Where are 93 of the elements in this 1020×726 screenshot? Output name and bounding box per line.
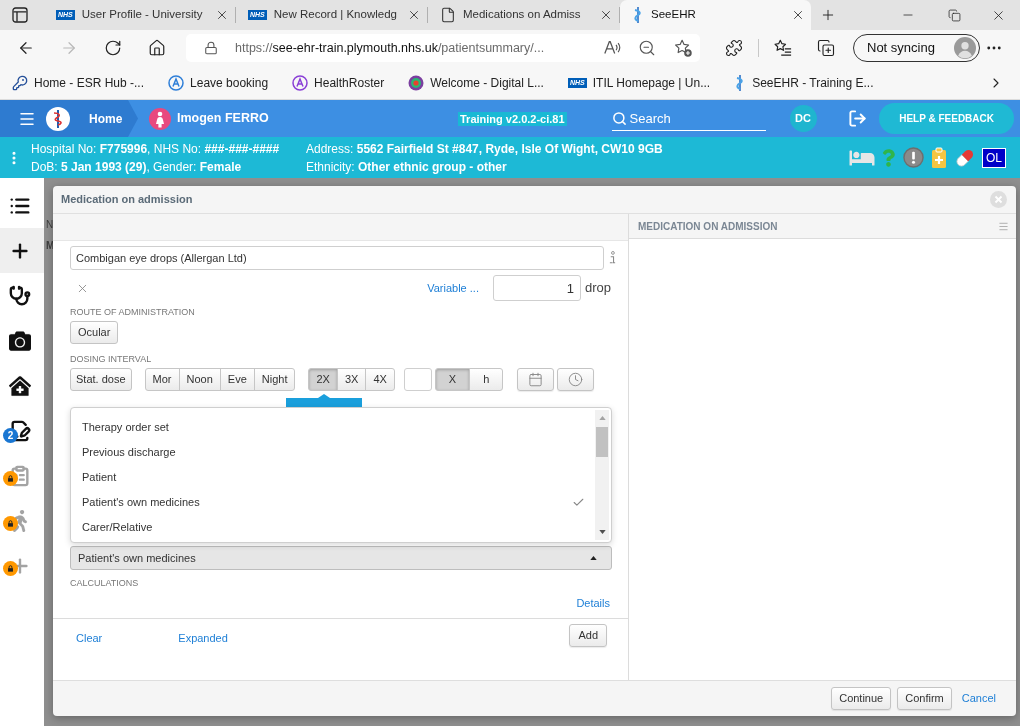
clipboard-plus-icon[interactable] bbox=[931, 146, 947, 169]
close-icon[interactable] bbox=[215, 8, 229, 22]
time-button[interactable]: Eve bbox=[219, 368, 255, 391]
patient-identifiers: Hospital No: F775996, NHS No: ###-###-#### bbox=[31, 140, 280, 158]
background-text: N bbox=[46, 219, 53, 231]
scrollbar-thumb[interactable] bbox=[596, 427, 608, 457]
browser-tab[interactable]: SeeEHR bbox=[620, 0, 811, 30]
dropdown-option[interactable]: Patient's own medicines bbox=[71, 490, 595, 515]
url-text: https://see-ehr-train.plymouth.nhs.uk/patientsummary/... bbox=[235, 39, 545, 57]
source-select[interactable]: Patient's own medicines bbox=[70, 546, 612, 570]
panel-title: MEDICATION ON ADMISSION bbox=[638, 219, 778, 234]
caret-icon bbox=[590, 556, 597, 560]
collections-icon[interactable] bbox=[817, 39, 835, 57]
variable-link[interactable]: Variable ... bbox=[427, 279, 479, 297]
bookmark-link[interactable]: Leave booking bbox=[168, 73, 269, 92]
add-button[interactable]: Add bbox=[569, 624, 607, 647]
caduceus-logo-icon[interactable] bbox=[46, 106, 70, 131]
sidebar-button[interactable]: 2 bbox=[0, 408, 44, 453]
browser-tab[interactable]: Medications on Admiss bbox=[428, 0, 619, 30]
dropdown-option[interactable]: Carer/Relative bbox=[71, 515, 595, 540]
version-label: Training v2.0.2-ci.81 bbox=[458, 111, 567, 126]
dropdown-option[interactable]: Patient bbox=[71, 465, 595, 490]
info-icon[interactable] bbox=[609, 251, 616, 265]
document-icon bbox=[440, 7, 456, 23]
restore-icon[interactable] bbox=[947, 8, 961, 22]
lock-icon[interactable] bbox=[204, 41, 218, 55]
count-badge: 2 bbox=[3, 428, 18, 443]
close-icon[interactable] bbox=[407, 8, 421, 22]
bookmark-link[interactable]: HealthRoster bbox=[292, 73, 385, 92]
frequency-button[interactable]: 3X bbox=[336, 368, 367, 391]
unit-button[interactable]: X bbox=[434, 368, 471, 391]
search-field[interactable]: Search bbox=[629, 108, 750, 128]
logout-icon[interactable] bbox=[847, 109, 867, 128]
favorites-icon[interactable] bbox=[774, 39, 792, 57]
footer-button[interactable]: Continue bbox=[831, 687, 892, 710]
staff-logo-icon bbox=[632, 7, 644, 23]
initials-badge[interactable]: OL bbox=[982, 147, 1006, 168]
details-link[interactable]: Details bbox=[576, 597, 610, 610]
interval-input[interactable] bbox=[403, 368, 432, 391]
patient-address: Address: 5562 Fairfield St #847, Ryde, Isle Of Wight, CW10 9GB bbox=[306, 140, 663, 158]
expanded-link[interactable]: Expanded bbox=[178, 630, 228, 647]
medication-input[interactable]: Combigan eye drops (Allergan Ltd) bbox=[70, 246, 604, 270]
multicolor-logo-icon bbox=[408, 74, 425, 91]
avatar-icon bbox=[954, 37, 976, 59]
add-favorite-icon[interactable] bbox=[674, 39, 692, 57]
close-icon[interactable] bbox=[791, 8, 805, 22]
house-plus-icon bbox=[9, 374, 31, 397]
time-button[interactable]: Night bbox=[253, 368, 296, 391]
clear-link[interactable]: Clear bbox=[76, 630, 103, 647]
section-label: CALCULATIONS bbox=[70, 578, 139, 588]
refresh-icon[interactable] bbox=[104, 39, 122, 57]
calendar-icon bbox=[528, 372, 544, 387]
patient-ethnicity: Ethnicity: Other ethnic group - other bbox=[306, 158, 507, 176]
home-icon[interactable] bbox=[148, 39, 166, 57]
stat-dose-button[interactable]: Stat. dose bbox=[70, 368, 132, 391]
clipboard-icon bbox=[9, 464, 31, 487]
key-icon bbox=[12, 74, 28, 91]
zoom-out-icon[interactable] bbox=[638, 39, 656, 57]
alert-icon[interactable] bbox=[903, 147, 924, 168]
footer-button[interactable]: Confirm bbox=[897, 687, 952, 710]
section-label: DOSING INTERVAL bbox=[70, 354, 152, 364]
close-icon[interactable] bbox=[599, 8, 613, 22]
dropdown-option[interactable]: Therapy order set bbox=[71, 415, 595, 440]
frequency-button[interactable]: 2X bbox=[308, 368, 338, 391]
time-button[interactable]: Noon bbox=[178, 368, 221, 391]
patient-demographics: DoB: 5 Jan 1993 (29), Gender: Female bbox=[31, 158, 242, 176]
cancel-link[interactable]: Cancel bbox=[961, 690, 996, 707]
bookmark-link[interactable]: Home - ESR Hub -... bbox=[12, 73, 145, 92]
unit-button[interactable]: h bbox=[469, 368, 504, 391]
back-icon[interactable] bbox=[17, 39, 35, 57]
time-button[interactable]: Mor bbox=[144, 368, 180, 391]
route-button[interactable]: Ocular bbox=[70, 321, 119, 344]
frequency-button[interactable]: 4X bbox=[365, 368, 395, 391]
dropdown-option[interactable]: Previous discharge bbox=[71, 440, 595, 465]
dose-unit: drop bbox=[584, 279, 611, 298]
dose-input[interactable]: 1 bbox=[492, 275, 581, 301]
extensions-icon[interactable] bbox=[725, 39, 743, 57]
clock-icon bbox=[568, 372, 584, 387]
address-field[interactable]: https://see-ehr-train.plymouth.nhs.uk/patientsummary/... bbox=[186, 34, 700, 62]
female-patient-icon bbox=[149, 107, 171, 130]
sidebar-button[interactable] bbox=[0, 228, 44, 273]
bookmark-link[interactable]: Welcome - Digital L... bbox=[408, 73, 544, 92]
camera-icon bbox=[9, 329, 31, 352]
bookmark-link[interactable]: SeeEHR - Training E... bbox=[734, 73, 874, 92]
tab-actions-icon[interactable] bbox=[12, 7, 28, 23]
home-link[interactable]: Home bbox=[89, 109, 123, 128]
search-icon bbox=[611, 110, 627, 126]
dialog-title: Medication on admission bbox=[61, 192, 193, 208]
stethoscope-icon bbox=[9, 284, 31, 307]
section-label: ROUTE OF ADMINISTRATION bbox=[70, 307, 195, 317]
scroll-down-icon[interactable] bbox=[598, 530, 606, 534]
new-tab-icon[interactable] bbox=[820, 7, 836, 23]
background-text: M bbox=[46, 240, 53, 252]
